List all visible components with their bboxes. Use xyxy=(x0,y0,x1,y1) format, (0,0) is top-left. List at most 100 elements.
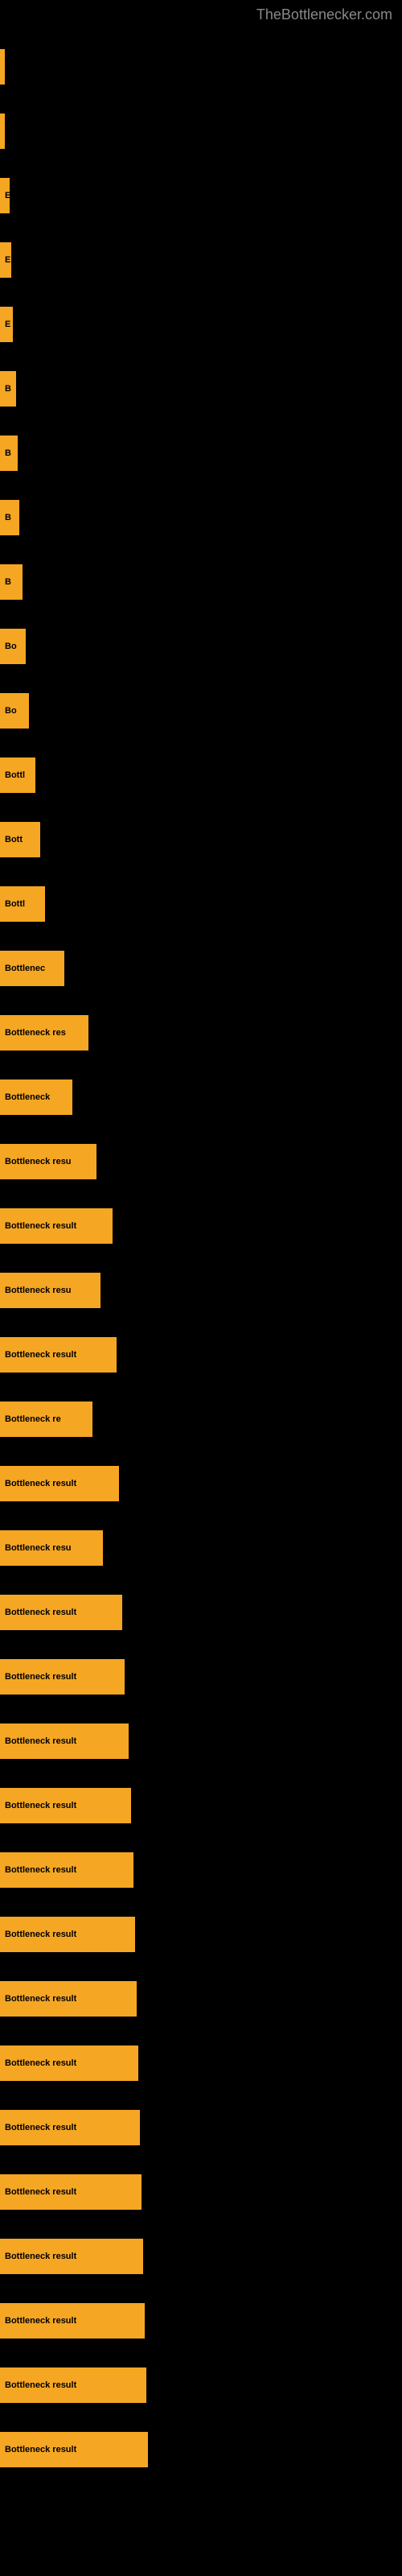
bar-label: Bottleneck result xyxy=(5,1672,76,1682)
bar-row: Bottleneck resu xyxy=(0,1516,402,1580)
bar-label: Bottleneck re xyxy=(5,1414,61,1424)
bar-row: Bottleneck result xyxy=(0,2160,402,2224)
bar-item: Bottleneck result xyxy=(0,1208,113,1244)
bar-label: B xyxy=(5,448,11,458)
bar-item: Bott xyxy=(0,822,40,857)
bar-item: Bottleneck result xyxy=(0,1724,129,1759)
bar-item: Bottleneck result xyxy=(0,2368,146,2403)
bar-row: B xyxy=(0,357,402,421)
bar-row xyxy=(0,35,402,99)
bar-label: Bo xyxy=(5,642,17,651)
bar-label: B xyxy=(5,513,11,522)
bars-container: E E E B B B B Bo Bo Bottl Bott Bottl Bottlenec Bottle… xyxy=(0,27,402,2490)
bar-label: B xyxy=(5,577,11,587)
bar-row: B xyxy=(0,485,402,550)
bar-item: B xyxy=(0,500,19,535)
bar-row: Bottleneck result xyxy=(0,2095,402,2160)
bar-item: Bottleneck result xyxy=(0,1659,125,1695)
bar-row xyxy=(0,99,402,163)
bar-row: Bottleneck result xyxy=(0,1967,402,2031)
bar-label: Bottleneck resu xyxy=(5,1543,72,1553)
bar-row: Bottleneck result xyxy=(0,2224,402,2289)
bar-row: Bottleneck resu xyxy=(0,1129,402,1194)
bar-item: Bottleneck re xyxy=(0,1402,92,1437)
bar-item: Bottleneck result xyxy=(0,1466,119,1501)
bar-label: Bottl xyxy=(5,770,25,780)
bar-label: Bottleneck result xyxy=(5,1350,76,1360)
bar-row: Bottleneck result xyxy=(0,1451,402,1516)
bar-row: B xyxy=(0,421,402,485)
bar-item: Bottleneck result xyxy=(0,2174,142,2210)
bar-label: E xyxy=(5,255,10,265)
bar-label: Bottleneck result xyxy=(5,2252,76,2261)
bar-row: Bottleneck result xyxy=(0,2417,402,2482)
bar-label: Bottlenec xyxy=(5,964,45,973)
bar-row: Bottleneck result xyxy=(0,1773,402,1838)
bar-label: Bottleneck result xyxy=(5,1221,76,1231)
bar-label: Bottleneck result xyxy=(5,1930,76,1939)
bar-row: Bo xyxy=(0,679,402,743)
bar-item: Bottleneck result xyxy=(0,2303,145,2339)
bar-row: Bottleneck result xyxy=(0,1709,402,1773)
bar-item: Bottleneck result xyxy=(0,2046,138,2081)
bar-item: E xyxy=(0,242,11,278)
bar-row: E xyxy=(0,163,402,228)
bar-item: Bottl xyxy=(0,886,45,922)
bar-item xyxy=(0,114,5,149)
bar-item: B xyxy=(0,436,18,471)
bar-row: E xyxy=(0,228,402,292)
bar-row: Bottleneck result xyxy=(0,1323,402,1387)
bar-label: Bottleneck res xyxy=(5,1028,66,1038)
bar-item xyxy=(0,49,5,85)
bar-item: Bottleneck result xyxy=(0,1337,117,1373)
bar-item: Bottlenec xyxy=(0,951,64,986)
bar-label: Bottleneck result xyxy=(5,2445,76,2454)
bar-item: Bottleneck result xyxy=(0,1788,131,1823)
bar-row: Bottleneck result xyxy=(0,1902,402,1967)
bar-item: Bottleneck resu xyxy=(0,1144,96,1179)
bar-row: Bottl xyxy=(0,743,402,807)
bar-label: Bottleneck result xyxy=(5,2380,76,2390)
bar-row: B xyxy=(0,550,402,614)
bar-label: Bottleneck result xyxy=(5,1608,76,1617)
bar-label: B xyxy=(5,384,11,394)
bar-row: Bottleneck result xyxy=(0,1580,402,1645)
bar-item: Bottleneck result xyxy=(0,2110,140,2145)
bar-row: Bottleneck result xyxy=(0,1838,402,1902)
bar-item: Bottl xyxy=(0,758,35,793)
bar-item: Bottleneck result xyxy=(0,2239,143,2274)
bar-label: Bottleneck result xyxy=(5,2058,76,2068)
bar-item: Bo xyxy=(0,629,26,664)
bar-item: Bottleneck resu xyxy=(0,1273,100,1308)
bar-label: Bottleneck resu xyxy=(5,1286,72,1295)
site-title: TheBottlenecker.com xyxy=(0,0,402,27)
bar-label: Bottleneck result xyxy=(5,1865,76,1875)
bar-label: Bottleneck result xyxy=(5,2123,76,2132)
bar-row: Bo xyxy=(0,614,402,679)
bar-row: Bottleneck result xyxy=(0,1645,402,1709)
bar-row: Bottl xyxy=(0,872,402,936)
bar-row: Bottleneck re xyxy=(0,1387,402,1451)
bar-item: B xyxy=(0,371,16,407)
bar-row: Bott xyxy=(0,807,402,872)
bar-row: Bottleneck resu xyxy=(0,1258,402,1323)
bar-row: Bottleneck result xyxy=(0,2353,402,2417)
bar-label: Bottleneck result xyxy=(5,1801,76,1810)
bar-item: Bottleneck xyxy=(0,1080,72,1115)
bar-row: E xyxy=(0,292,402,357)
bar-row: Bottlenec xyxy=(0,936,402,1001)
bar-label: Bottleneck result xyxy=(5,2316,76,2326)
bar-label: Bott xyxy=(5,835,23,844)
bar-label: Bo xyxy=(5,706,17,716)
bar-label: E xyxy=(5,191,10,200)
bar-item: Bottleneck resu xyxy=(0,1530,103,1566)
bar-item: Bottleneck result xyxy=(0,1917,135,1952)
bar-row: Bottleneck result xyxy=(0,2289,402,2353)
bar-row: Bottleneck xyxy=(0,1065,402,1129)
bar-label: Bottleneck resu xyxy=(5,1157,72,1166)
bar-label: Bottleneck result xyxy=(5,2187,76,2197)
bar-label: Bottleneck result xyxy=(5,1736,76,1746)
bar-item: B xyxy=(0,564,23,600)
bar-label: Bottleneck xyxy=(5,1092,50,1102)
bar-row: Bottleneck result xyxy=(0,2031,402,2095)
